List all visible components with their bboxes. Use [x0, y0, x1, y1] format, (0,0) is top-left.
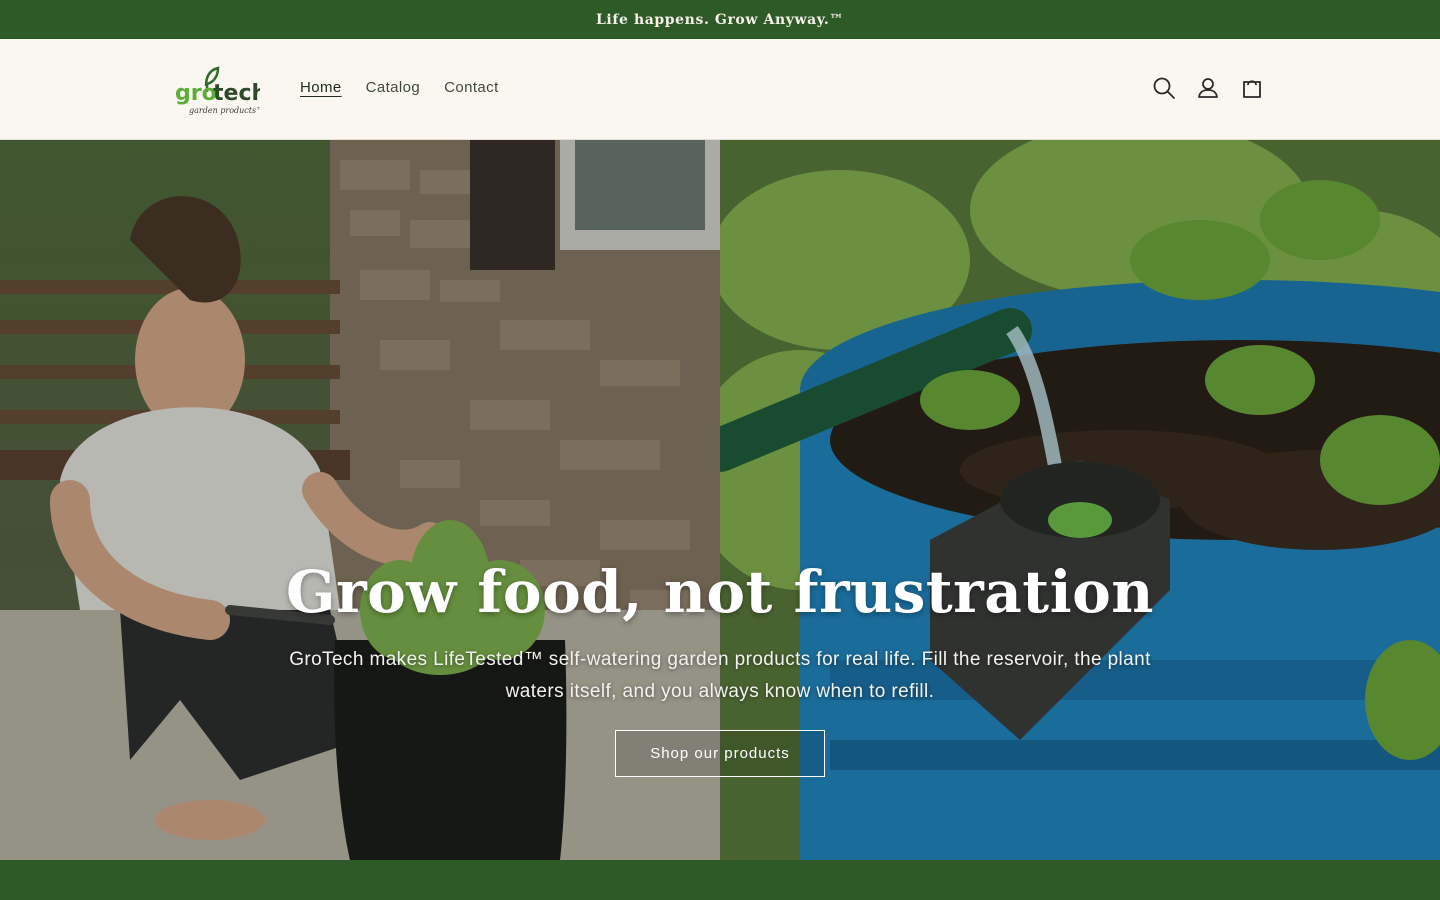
hero-title: Grow food, not frustration: [286, 558, 1154, 626]
footer-band: [0, 860, 1440, 900]
shop-products-button[interactable]: Shop our products: [615, 730, 825, 777]
grotech-logo[interactable]: gro tech garden products™: [172, 62, 260, 120]
hero-subtitle: GroTech makes LifeTested™ self-watering …: [289, 649, 1151, 702]
hero-banner: Grow food, not frustration GroTech makes…: [0, 140, 1440, 860]
account-icon[interactable]: [1195, 75, 1221, 101]
announcement-bar: Life happens. Grow Anyway.™: [0, 0, 1440, 39]
cart-icon[interactable]: [1239, 75, 1265, 101]
nav-contact[interactable]: Contact: [444, 79, 499, 96]
nav-catalog[interactable]: Catalog: [366, 79, 421, 96]
search-icon[interactable]: [1151, 75, 1177, 101]
announcement-text: Life happens. Grow Anyway.™: [595, 11, 844, 28]
site-header: gro tech garden products™ Home Catalog C…: [0, 39, 1440, 140]
hero-content: Grow food, not frustration GroTech makes…: [0, 558, 1440, 777]
svg-text:gro: gro: [175, 81, 217, 106]
svg-text:tech: tech: [213, 81, 260, 106]
main-nav: Home Catalog Contact: [300, 79, 499, 96]
nav-home[interactable]: Home: [300, 79, 342, 96]
svg-text:garden products™: garden products™: [189, 106, 260, 115]
